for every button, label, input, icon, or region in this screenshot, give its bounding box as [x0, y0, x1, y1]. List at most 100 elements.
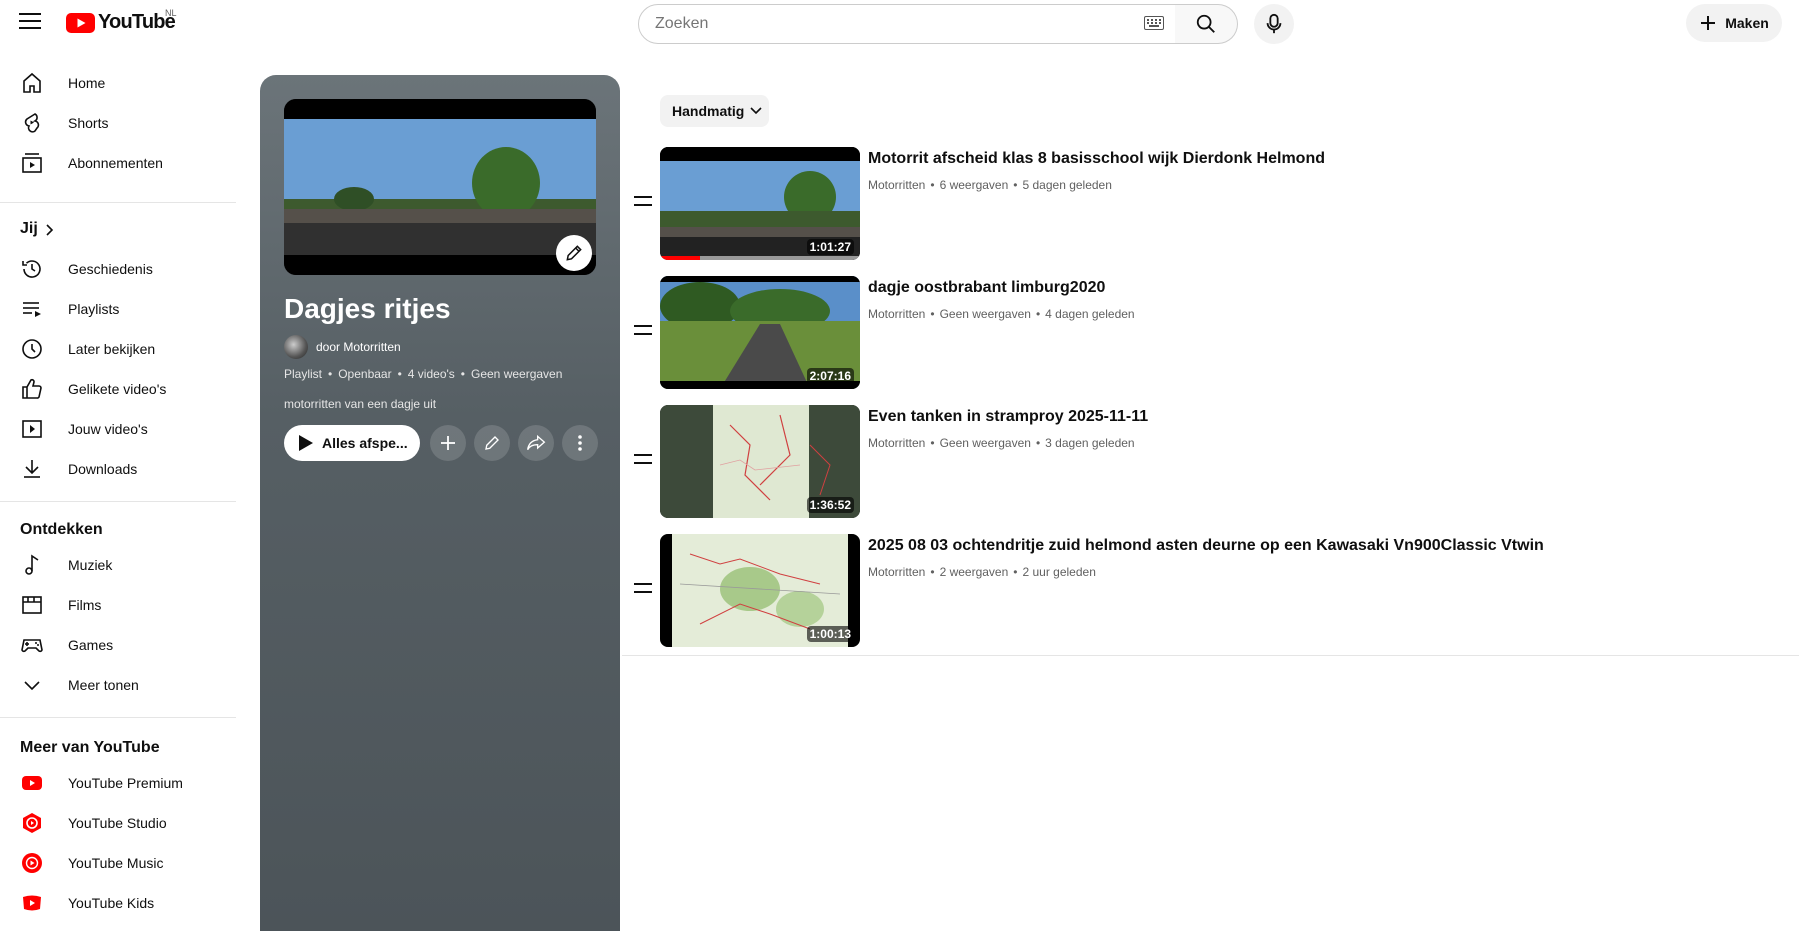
youtube-logo[interactable]: YouTube	[66, 11, 176, 34]
create-button[interactable]: Maken	[1686, 4, 1782, 42]
youtube-premium-icon	[22, 776, 42, 790]
you-heading: Jij	[20, 220, 38, 237]
sidebar-item-films[interactable]: Films	[12, 585, 224, 625]
sidebar-item-liked[interactable]: Gelikete video's	[12, 369, 224, 409]
list-divider	[622, 655, 1799, 656]
sidebar-item-youtube-music[interactable]: YouTube Music	[12, 843, 224, 883]
sidebar-item-downloads[interactable]: Downloads	[12, 449, 224, 489]
edit-thumbnail-button[interactable]	[556, 235, 592, 271]
sidebar-divider	[0, 202, 236, 203]
sort-dropdown[interactable]: Handmatig	[660, 95, 769, 127]
video-title[interactable]: dagje oostbrabant limburg2020	[868, 279, 1105, 297]
playlist-owner[interactable]: door Motorritten	[284, 335, 401, 359]
sidebar-item-subscriptions[interactable]: Abonnementen	[12, 143, 224, 183]
drag-handle[interactable]	[634, 583, 652, 599]
music-icon	[25, 554, 39, 575]
video-channel[interactable]: Motorritten	[868, 178, 925, 192]
downloads-icon	[24, 460, 40, 478]
create-label: Maken	[1725, 15, 1769, 31]
sidebar-item-youtube-studio[interactable]: YouTube Studio	[12, 803, 224, 843]
video-thumbnail[interactable]: 2:07:16	[660, 276, 860, 389]
search-button[interactable]	[1175, 4, 1238, 44]
list-item[interactable]: 1:01:27 Motorrit afscheid klas 8 basissc…	[622, 147, 1799, 260]
sidebar-item-youtube-kids[interactable]: YouTube Kids	[12, 883, 224, 923]
drag-handle[interactable]	[634, 196, 652, 212]
keyboard-icon[interactable]	[1144, 16, 1164, 30]
sidebar-heading-you[interactable]: Jij	[8, 209, 220, 249]
video-channel[interactable]: Motorritten	[868, 307, 925, 321]
video-age: 3 dagen geleden	[1045, 436, 1135, 450]
video-views: 6 weergaven	[939, 178, 1009, 192]
meta-separator: •	[1035, 436, 1041, 450]
video-views: 2 weergaven	[939, 565, 1009, 579]
sidebar-item-label: Games	[68, 637, 114, 653]
sidebar-item-label: Downloads	[68, 461, 138, 477]
liked-icon	[22, 378, 42, 399]
sidebar-item-home[interactable]: Home	[12, 63, 224, 103]
sidebar-divider	[0, 717, 236, 718]
playlist-thumbnail[interactable]	[284, 99, 596, 275]
edit-playlist-button[interactable]	[474, 425, 510, 461]
sidebar-item-watch-later[interactable]: Later bekijken	[12, 329, 224, 369]
video-thumbnail[interactable]: 1:00:13	[660, 534, 860, 647]
play-all-button[interactable]: Alles afspe...	[284, 425, 420, 461]
sidebar-item-label: Home	[68, 75, 106, 91]
video-age: 5 dagen geleden	[1022, 178, 1112, 192]
sidebar-item-history[interactable]: Geschiedenis	[12, 249, 224, 289]
sidebar-item-youtube-premium[interactable]: YouTube Premium	[12, 763, 224, 803]
voice-search-button[interactable]	[1254, 4, 1294, 44]
meta-separator: •	[930, 307, 935, 321]
search-field	[638, 4, 1176, 44]
meta-video-count: 4 video's	[407, 367, 455, 381]
video-title[interactable]: Motorrit afscheid klas 8 basisschool wij…	[868, 150, 1325, 168]
youtube-logo-icon	[66, 12, 95, 33]
meta-separator: •	[930, 178, 935, 192]
playlist-description[interactable]: motorritten van een dagje uit	[284, 397, 436, 411]
sidebar-item-label: YouTube Premium	[68, 775, 183, 791]
share-button[interactable]	[518, 425, 554, 461]
sidebar-item-label: Muziek	[68, 557, 113, 573]
sidebar-item-your-videos[interactable]: Jouw video's	[12, 409, 224, 449]
video-title[interactable]: Even tanken in stramproy 2025-11-11	[868, 408, 1148, 426]
sidebar-item-show-more[interactable]: Meer tonen	[12, 665, 224, 705]
share-icon	[527, 434, 546, 451]
sidebar-item-playlists[interactable]: Playlists	[12, 289, 224, 329]
video-channel[interactable]: Motorritten	[868, 436, 925, 450]
drag-handle[interactable]	[634, 325, 652, 341]
sidebar-item-label: Shorts	[68, 115, 109, 131]
meta-privacy[interactable]: Openbaar	[338, 367, 391, 381]
search-icon	[1196, 14, 1215, 33]
more-heading: Meer van YouTube	[20, 739, 160, 756]
sort-label: Handmatig	[672, 103, 745, 119]
plus-icon	[441, 436, 455, 450]
sidebar-item-shorts[interactable]: Shorts	[12, 103, 224, 143]
more-actions-button[interactable]	[562, 425, 598, 461]
drag-handle[interactable]	[634, 454, 652, 470]
sidebar-item-label: Meer tonen	[68, 677, 139, 693]
sidebar-item-games[interactable]: Games	[12, 625, 224, 665]
sidebar-item-label: Jouw video's	[68, 421, 148, 437]
playlist-header-panel: Dagjes ritjes door Motorritten Playlist •…	[260, 75, 620, 931]
video-age: 4 dagen geleden	[1045, 307, 1135, 321]
playlists-icon	[23, 302, 41, 317]
add-to-playlist-button[interactable]	[430, 425, 466, 461]
sidebar-item-label: YouTube Kids	[68, 895, 155, 911]
sidebar-item-music[interactable]: Muziek	[12, 545, 224, 585]
menu-icon[interactable]	[19, 13, 41, 31]
video-thumbnail[interactable]: 1:36:52	[660, 405, 860, 518]
video-title[interactable]: 2025 08 03 ochtendritje zuid helmond ast…	[868, 537, 1544, 555]
video-duration: 1:00:13	[806, 626, 854, 642]
list-item[interactable]: 1:36:52 Even tanken in stramproy 2025-11…	[622, 405, 1799, 518]
avatar[interactable]	[284, 335, 308, 359]
search-input[interactable]	[655, 15, 1125, 33]
watch-later-icon	[22, 339, 42, 359]
list-item[interactable]: 2:07:16 dagje oostbrabant limburg2020 Mo…	[622, 276, 1799, 389]
list-item[interactable]: 1:00:13 2025 08 03 ochtendritje zuid hel…	[622, 534, 1799, 647]
meta-separator: •	[1013, 178, 1018, 192]
meta-separator: •	[460, 367, 465, 381]
video-channel[interactable]: Motorritten	[868, 565, 925, 579]
play-all-label: Alles afspe...	[322, 435, 408, 451]
sidebar-item-label: Playlists	[68, 301, 120, 317]
video-thumbnail[interactable]: 1:01:27	[660, 147, 860, 260]
sidebar-item-label: YouTube Music	[68, 855, 164, 871]
